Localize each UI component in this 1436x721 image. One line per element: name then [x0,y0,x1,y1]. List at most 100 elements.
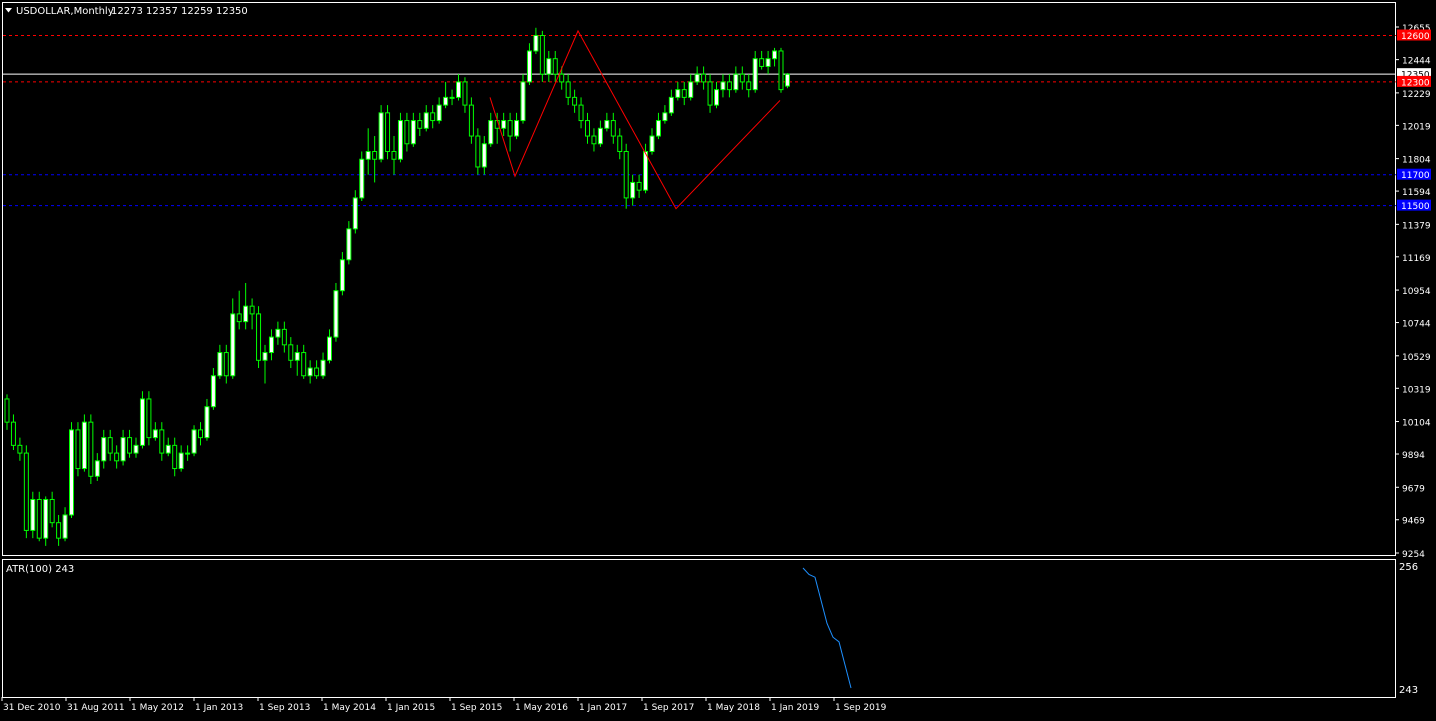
candle-bull [449,96,455,99]
y-tick-label: 12444 [1402,57,1431,67]
candle-bear [256,313,262,361]
candle-bear [146,398,152,439]
x-tick-label: 1 Jan 2019 [771,703,819,713]
candle-bull [62,514,68,539]
atr-scale-top: 256 [1399,562,1418,573]
candle-bear [159,429,165,454]
candle-bear [17,444,23,454]
level-tag-text: 11700 [1401,171,1430,181]
candle-bull [307,367,313,377]
candle-bear [701,73,707,83]
candle-bear [107,437,113,454]
candle-bull [185,452,191,455]
candle-bull [688,81,694,98]
candle-bull [217,352,223,377]
candle-bull [694,73,700,83]
candle-bear [391,151,397,160]
candle-bull [210,375,216,408]
ohlc-readout: 12273 12357 12259 12350 [111,6,248,17]
candle-bull [643,151,649,191]
candle-bull [410,120,416,145]
candle-bear [778,50,784,91]
candle-bear [623,151,629,199]
level-tag-text: 12300 [1401,78,1430,88]
candle-bull [81,421,87,470]
candle-bear [578,104,584,122]
atr-label: ATR(100) 243 [6,564,74,575]
candle-bull [655,120,661,137]
candle-bull [456,81,461,98]
symbol-label: USDOLLAR,Monthly [16,6,114,17]
level-tag-text: 11500 [1401,202,1430,212]
y-tick-label: 9894 [1402,451,1425,461]
candle-bull [165,444,171,454]
atr-scale-bottom: 243 [1399,685,1418,696]
chart-window[interactable]: 12655 12444 12229 12019 11804 11594 11379 11169… [0,0,1436,717]
candle-bear [739,73,745,83]
candle-bull [320,359,326,377]
candle-bear [249,305,255,315]
y-tick-label: 12019 [1402,122,1431,132]
candle-bull [178,452,184,470]
candle-bull [649,135,655,153]
candle-bull [733,73,739,91]
y-tick-label: 11169 [1402,254,1431,264]
x-tick-label: 1 Jan 2015 [387,703,435,713]
y-tick-label: 11804 [1402,156,1431,166]
candle-bull [668,96,674,114]
candle-bull [191,429,197,454]
candle-bear [281,328,287,346]
candle-bull [275,328,281,338]
candle-bear [23,452,29,531]
x-tick-label: 1 May 2014 [323,703,376,713]
candle-bull [243,305,249,323]
candle-bear [591,135,597,145]
candle-bear [539,35,545,75]
candle-bull [514,120,520,137]
candle-bull [720,81,726,91]
candle-bull [230,313,236,377]
x-tick-label: 1 Jan 2013 [195,703,243,713]
candle-bull [436,104,442,122]
candle-bull [481,143,487,168]
level-tag-text: 12600 [1401,32,1430,42]
x-tick-label: 1 Sep 2017 [643,703,694,713]
y-tick-label: 10319 [1402,385,1431,395]
candle-bear [404,120,410,145]
chart-canvas[interactable]: 1265512444122291201911804115941137911169… [0,0,1436,717]
y-tick-label: 9254 [1402,550,1425,560]
candle-bull [43,498,49,539]
y-tick-label: 9469 [1402,517,1425,527]
candle-bull [714,89,719,106]
candle-bull [333,290,339,338]
candle-bull [339,259,345,292]
candle-bear [88,421,94,477]
candle-bull [204,406,210,439]
candle-bull [365,151,371,160]
candle-bull [133,444,139,454]
candle-bear [223,352,229,377]
candle-bear [585,120,590,137]
candle-bear [288,344,294,361]
x-tick-label: 31 Dec 2010 [3,703,61,713]
candle-bear [236,313,242,323]
candle-bear [759,58,765,67]
candle-bear [507,120,513,137]
x-tick-label: 1 Sep 2019 [835,703,887,713]
candle-bear [75,429,81,470]
candle-bull [268,336,274,354]
candle-bear [430,112,436,122]
candle-bear [746,81,752,91]
candle-bull [152,429,158,439]
candle-bear [10,421,16,446]
candle-bear [49,498,55,524]
candle-bear [56,522,62,539]
candle-bull [397,120,403,160]
candle-bull [262,352,268,361]
candle-bull [488,120,494,145]
candle-bull [784,73,790,87]
candle-bull [662,112,668,122]
candle-bear [475,135,481,168]
candle-bull [94,460,100,477]
candle-bull [546,58,552,75]
